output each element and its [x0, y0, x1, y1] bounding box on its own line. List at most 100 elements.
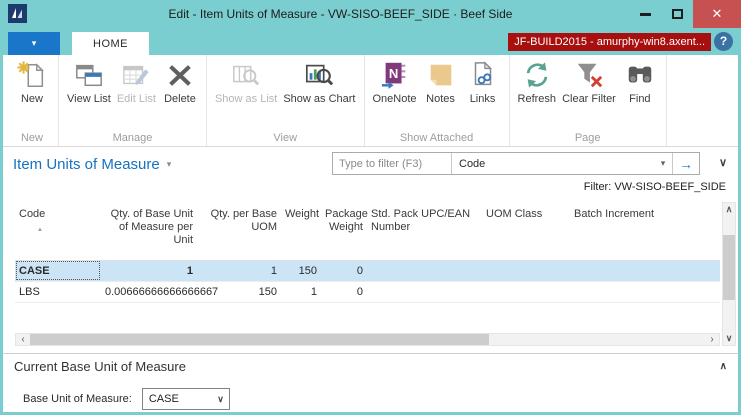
collapse-page-chevron-icon[interactable]: ∨ — [719, 156, 727, 169]
active-filter-label: Filter: VW-SISO-BEEF_SIDE — [583, 181, 726, 193]
cell-std-pack[interactable] — [367, 260, 482, 282]
column-header-qty-per-uom[interactable]: Qty. per Base UOM — [197, 202, 281, 260]
server-connection-badge: JF-BUILD2015 - amurphy-win8.axent... — [508, 33, 711, 51]
filter-input[interactable] — [333, 153, 451, 174]
refresh-button[interactable]: Refresh — [515, 58, 560, 105]
show-as-list-icon — [233, 65, 260, 86]
links-button[interactable]: Links — [462, 58, 504, 105]
cell-code[interactable]: LBS — [15, 281, 101, 303]
cell-uom-class[interactable] — [482, 281, 570, 303]
new-document-icon — [17, 61, 44, 87]
ribbon-group-page: Refresh Clear Filter Find Page — [510, 55, 667, 146]
cell-batch-increment[interactable] — [570, 281, 720, 303]
table-header-row: Code ▲ Qty. of Base Unit of Measure per U… — [15, 202, 720, 260]
vertical-scroll-thumb[interactable] — [723, 234, 735, 300]
horizontal-scrollbar[interactable]: ‹ › — [15, 333, 720, 346]
base-uom-field-label: Base Unit of Measure: — [23, 393, 132, 405]
show-as-list-button[interactable]: Show as List — [212, 58, 280, 105]
new-button[interactable]: New — [11, 58, 53, 105]
help-button[interactable]: ? — [714, 32, 733, 51]
filter-column-select[interactable]: Code — [452, 158, 654, 170]
ribbon-group-view: Show as List Show as Chart View — [207, 55, 365, 146]
group-label-view: View — [273, 132, 298, 144]
horizontal-scroll-thumb[interactable] — [30, 334, 489, 345]
chevron-down-icon: ▾ — [31, 38, 37, 48]
refresh-icon — [526, 62, 548, 88]
table-row[interactable]: LBS 0.00666666666666667 150 1 0 — [15, 281, 720, 303]
notes-button[interactable]: Notes — [420, 58, 462, 105]
edit-list-button[interactable]: Edit List — [114, 58, 159, 105]
vertical-scrollbar[interactable]: ∧ ∨ — [722, 202, 736, 346]
base-uom-combobox[interactable]: CASE ∨ — [141, 388, 230, 410]
cell-batch-increment[interactable] — [570, 260, 720, 282]
view-list-icon — [75, 64, 102, 87]
cell-package-weight[interactable]: 0 — [321, 260, 367, 282]
links-icon — [474, 61, 492, 86]
close-button[interactable]: ✕ — [693, 0, 741, 28]
column-header-batch-increment[interactable]: Batch Increment — [570, 202, 720, 260]
section-header[interactable]: Current Base Unit of Measure ∧ — [3, 354, 738, 379]
show-as-chart-icon — [306, 64, 334, 86]
sort-ascending-icon: ▲ — [37, 227, 43, 233]
current-base-uom-section: Current Base Unit of Measure ∧ Base Unit… — [3, 353, 738, 410]
application-menu-button[interactable]: ▾ — [8, 32, 60, 55]
maximize-button[interactable] — [661, 0, 693, 28]
vertical-scroll-track[interactable] — [723, 216, 735, 332]
base-uom-value: CASE — [148, 393, 179, 405]
help-icon: ? — [719, 34, 728, 48]
column-header-uom-class[interactable]: UOM Class — [482, 202, 570, 260]
ribbon-tab-row: ▾ HOME JF-BUILD2015 - amurphy-win8.axent… — [3, 28, 738, 55]
column-header-weight[interactable]: Weight — [281, 202, 321, 260]
scroll-down-icon[interactable]: ∨ — [726, 332, 733, 345]
group-label-new: New — [20, 132, 43, 144]
page-title-dropdown-icon[interactable]: ▾ — [167, 159, 172, 170]
page-header: Item Units of Measure ▾ Code ▾ → ∨ — [3, 147, 738, 181]
find-button[interactable]: Find — [619, 58, 661, 105]
page-title[interactable]: Item Units of Measure — [13, 156, 160, 173]
horizontal-scroll-track[interactable] — [30, 334, 705, 345]
cell-weight[interactable]: 150 — [281, 260, 321, 282]
cell-qty-per-uom[interactable]: 1 — [197, 260, 281, 282]
cell-package-weight[interactable]: 0 — [321, 281, 367, 303]
delete-icon — [169, 65, 191, 86]
column-header-qty-base[interactable]: Qty. of Base Unit of Measure per Unit — [101, 202, 197, 260]
scroll-right-icon[interactable]: › — [705, 334, 719, 345]
scroll-up-icon[interactable]: ∧ — [726, 203, 733, 216]
combo-dropdown-icon: ∨ — [217, 393, 224, 404]
apply-filter-button[interactable]: → — [673, 156, 699, 172]
edit-list-icon — [123, 65, 150, 85]
onenote-button[interactable]: N OneNote — [370, 58, 420, 105]
cell-std-pack[interactable] — [367, 281, 482, 303]
cell-qty-base[interactable]: 1 — [101, 260, 197, 282]
cell-qty-base[interactable]: 0.00666666666666667 — [101, 281, 218, 303]
group-label-page: Page — [574, 132, 601, 144]
scroll-left-icon[interactable]: ‹ — [16, 334, 30, 345]
collapse-section-chevron-icon[interactable]: ∧ — [720, 361, 727, 372]
tab-home[interactable]: HOME — [72, 32, 149, 55]
column-header-package-weight[interactable]: Package Weight — [321, 202, 368, 260]
column-header-std-pack[interactable]: Std. Pack UPC/EAN Number — [367, 202, 482, 260]
title-bar: Edit - Item Units of Measure - VW-SISO-B… — [0, 0, 741, 28]
clear-filter-icon — [577, 63, 603, 88]
delete-button[interactable]: Delete — [159, 58, 201, 105]
notes-icon — [430, 64, 451, 86]
dynamics-nav-logo-icon — [8, 4, 27, 23]
cell-weight[interactable]: 1 — [281, 281, 321, 303]
filter-column-dropdown-icon[interactable]: ▾ — [654, 158, 672, 169]
ribbon: New New View List Edit List Delete Manag… — [3, 55, 738, 147]
show-as-chart-button[interactable]: Show as Chart — [280, 58, 358, 105]
uom-grid-area: Code ▲ Qty. of Base Unit of Measure per U… — [3, 200, 738, 346]
minimize-icon — [639, 12, 651, 16]
view-list-button[interactable]: View List — [64, 58, 114, 105]
uom-table: Code ▲ Qty. of Base Unit of Measure per U… — [15, 202, 720, 303]
onenote-letter: N — [388, 66, 397, 81]
column-header-code[interactable]: Code ▲ — [15, 202, 101, 260]
minimize-button[interactable] — [629, 0, 661, 28]
clear-filter-button[interactable]: Clear Filter — [559, 58, 619, 105]
cell-uom-class[interactable] — [482, 260, 570, 282]
ribbon-group-manage: View List Edit List Delete Manage — [59, 55, 207, 146]
table-row[interactable]: CASE 1 1 150 0 — [15, 260, 720, 282]
cell-code[interactable]: CASE — [15, 260, 101, 282]
find-icon — [628, 66, 652, 83]
onenote-icon: N — [381, 62, 405, 89]
